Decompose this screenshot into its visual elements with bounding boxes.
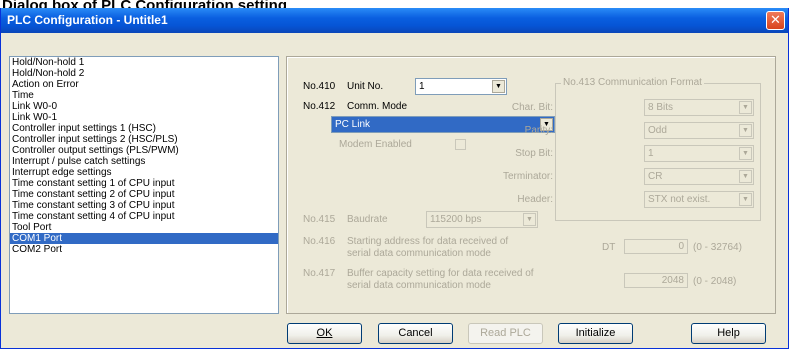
- buffer-capacity-range: (0 - 2048): [693, 276, 737, 287]
- chevron-down-icon[interactable]: ▼: [739, 124, 752, 137]
- list-item[interactable]: Interrupt edge settings: [10, 167, 278, 178]
- buffer-capacity-value: 2048: [661, 275, 684, 286]
- terminator-value: CR: [648, 171, 663, 182]
- title-bar: PLC Configuration - Untitle1: [1, 8, 788, 33]
- no416-number: No.416: [303, 236, 336, 247]
- list-item[interactable]: Time constant setting 2 of CPU input: [10, 189, 278, 200]
- stop-bit-value: 1: [648, 148, 654, 159]
- stop-bit-label: Stop Bit:: [515, 148, 553, 159]
- list-item[interactable]: Time constant setting 1 of CPU input: [10, 178, 278, 189]
- list-item[interactable]: Controller input settings 1 (HSC): [10, 123, 278, 134]
- list-item[interactable]: Hold/Non-hold 1: [10, 57, 278, 68]
- unit-no-select[interactable]: 1 ▼: [415, 78, 507, 95]
- chevron-down-icon[interactable]: ▼: [739, 101, 752, 114]
- cancel-button[interactable]: Cancel: [378, 323, 453, 344]
- initialize-button[interactable]: Initialize: [558, 323, 633, 344]
- char-bit-select[interactable]: 8 Bits ▼: [644, 99, 754, 116]
- no417-description-line2: serial data communication mode: [347, 280, 491, 291]
- starting-address-value: 0: [678, 241, 684, 252]
- settings-category-list[interactable]: Hold/Non-hold 1 Hold/Non-hold 2 Action on …: [9, 56, 279, 314]
- baudrate-select[interactable]: 115200 bps ▼: [426, 211, 538, 228]
- modem-enabled-label: Modem Enabled: [339, 139, 412, 150]
- no417-description-line1: Buffer capacity setting for data receive…: [347, 268, 534, 279]
- char-bit-value: 8 Bits: [648, 102, 674, 113]
- baudrate-value: 115200 bps: [430, 214, 482, 225]
- header-label: Header:: [517, 194, 553, 205]
- dt-prefix-label: DT: [602, 242, 616, 253]
- list-item[interactable]: Time constant setting 3 of CPU input: [10, 200, 278, 211]
- no415-number: No.415: [303, 214, 336, 225]
- read-plc-button-label: Read PLC: [480, 327, 531, 339]
- list-item[interactable]: Time: [10, 90, 278, 101]
- window-title: PLC Configuration - Untitle1: [7, 13, 168, 27]
- list-item[interactable]: Controller input settings 2 (HSC/PLS): [10, 134, 278, 145]
- parity-select[interactable]: Odd ▼: [644, 122, 754, 139]
- cancel-button-label: Cancel: [398, 327, 433, 339]
- chevron-down-icon[interactable]: ▼: [739, 193, 752, 206]
- chevron-down-icon[interactable]: ▼: [739, 147, 752, 160]
- comm-mode-value: PC Link: [335, 119, 371, 130]
- list-item[interactable]: Tool Port: [10, 222, 278, 233]
- list-item[interactable]: COM1 Port: [10, 233, 278, 244]
- comm-mode-label: Comm. Mode: [347, 101, 408, 112]
- unit-no-label: Unit No.: [347, 81, 384, 92]
- chevron-down-icon[interactable]: ▼: [492, 80, 505, 93]
- chevron-down-icon[interactable]: ▼: [739, 170, 752, 183]
- no412-number: No.412: [303, 101, 336, 112]
- terminator-select[interactable]: CR ▼: [644, 168, 754, 185]
- unit-no-value: 1: [419, 81, 425, 92]
- header-select[interactable]: STX not exist. ▼: [644, 191, 754, 208]
- help-button-label: Help: [717, 327, 740, 339]
- buffer-capacity-input[interactable]: 2048: [624, 273, 688, 288]
- list-item[interactable]: Controller output settings (PLS/PWM): [10, 145, 278, 156]
- help-button[interactable]: Help: [691, 323, 766, 344]
- ok-button[interactable]: OK: [287, 323, 362, 344]
- plc-configuration-dialog: PLC Configuration - Untitle1 ✕ Hold/Non-…: [0, 8, 789, 349]
- close-button[interactable]: ✕: [766, 11, 785, 30]
- parity-value: Odd: [648, 125, 667, 136]
- chevron-down-icon[interactable]: ▼: [523, 213, 536, 226]
- comm-mode-select[interactable]: PC Link ▼: [331, 116, 555, 133]
- baudrate-label: Baudrate: [347, 214, 388, 225]
- no410-number: No.410: [303, 81, 336, 92]
- modem-enabled-checkbox[interactable]: [455, 139, 466, 150]
- list-item[interactable]: Link W0-1: [10, 112, 278, 123]
- read-plc-button[interactable]: Read PLC: [468, 323, 543, 344]
- list-item[interactable]: Interrupt / pulse catch settings: [10, 156, 278, 167]
- terminator-label: Terminator:: [502, 171, 553, 182]
- list-item[interactable]: COM2 Port: [10, 244, 278, 255]
- starting-address-range: (0 - 32764): [693, 242, 742, 253]
- no417-number: No.417: [303, 268, 336, 279]
- char-bit-label: Char. Bit:: [511, 102, 553, 113]
- parity-label: Parity:: [524, 125, 553, 136]
- no416-description-line1: Starting address for data received of: [347, 236, 509, 247]
- list-item[interactable]: Hold/Non-hold 2: [10, 68, 278, 79]
- com-port-settings-panel: No.410 Unit No. 1 ▼ No.412 Comm. Mode PC…: [286, 56, 776, 314]
- initialize-button-label: Initialize: [575, 327, 616, 339]
- ok-button-label: OK: [316, 327, 333, 339]
- list-item[interactable]: Link W0-0: [10, 101, 278, 112]
- list-item[interactable]: Time constant setting 4 of CPU input: [10, 211, 278, 222]
- list-item[interactable]: Action on Error: [10, 79, 278, 90]
- header-value: STX not exist.: [648, 194, 711, 205]
- starting-address-input[interactable]: 0: [624, 239, 688, 254]
- no416-description-line2: serial data communication mode: [347, 248, 491, 259]
- stop-bit-select[interactable]: 1 ▼: [644, 145, 754, 162]
- close-icon: ✕: [770, 13, 781, 28]
- communication-format-legend: No.413 Communication Format: [561, 77, 704, 89]
